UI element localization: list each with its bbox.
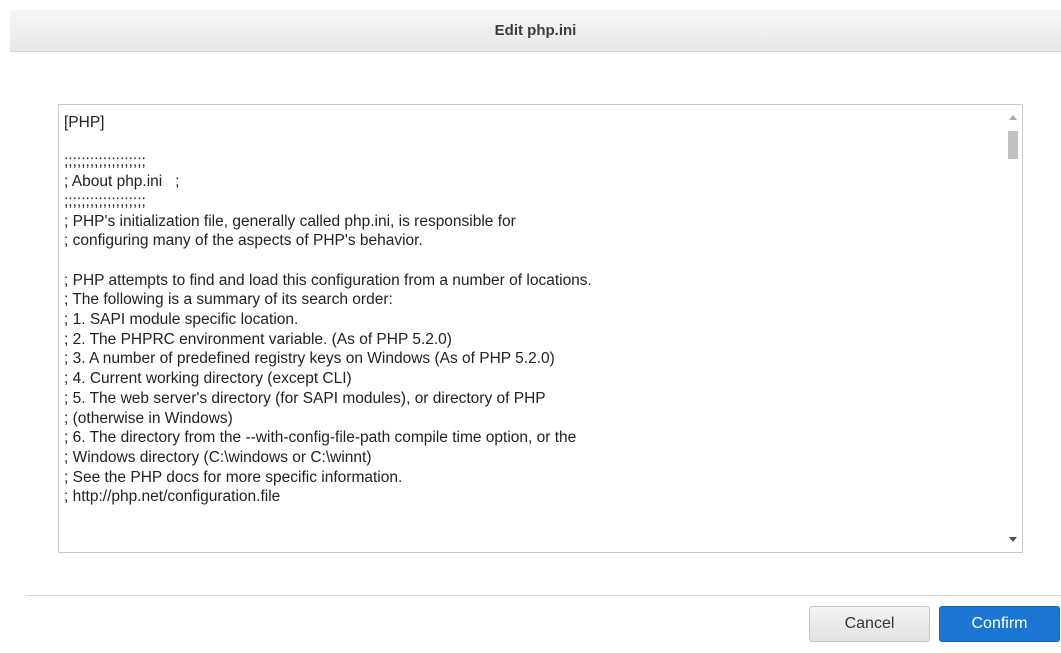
editor-content[interactable]: [PHP] ;;;;;;;;;;;;;;;;;;; ; About php.in… [59,105,1004,552]
editor-text[interactable]: [PHP] ;;;;;;;;;;;;;;;;;;; ; About php.in… [59,105,1004,507]
dialog-titlebar: Edit php.ini [10,10,1061,52]
footer-divider [26,595,1061,596]
edit-php-ini-dialog: Edit php.ini [PHP] ;;;;;;;;;;;;;;;;;;; ;… [0,0,1061,653]
dialog-title: Edit php.ini [494,22,577,39]
cancel-button[interactable]: Cancel [809,606,930,642]
scroll-thumb[interactable] [1008,131,1018,159]
scroll-down-arrow-icon[interactable] [1009,537,1017,542]
editor-scrollbar[interactable] [1004,105,1022,552]
scroll-up-arrow-icon[interactable] [1009,115,1017,120]
php-ini-editor[interactable]: [PHP] ;;;;;;;;;;;;;;;;;;; ; About php.in… [58,104,1023,553]
confirm-button[interactable]: Confirm [939,606,1060,642]
